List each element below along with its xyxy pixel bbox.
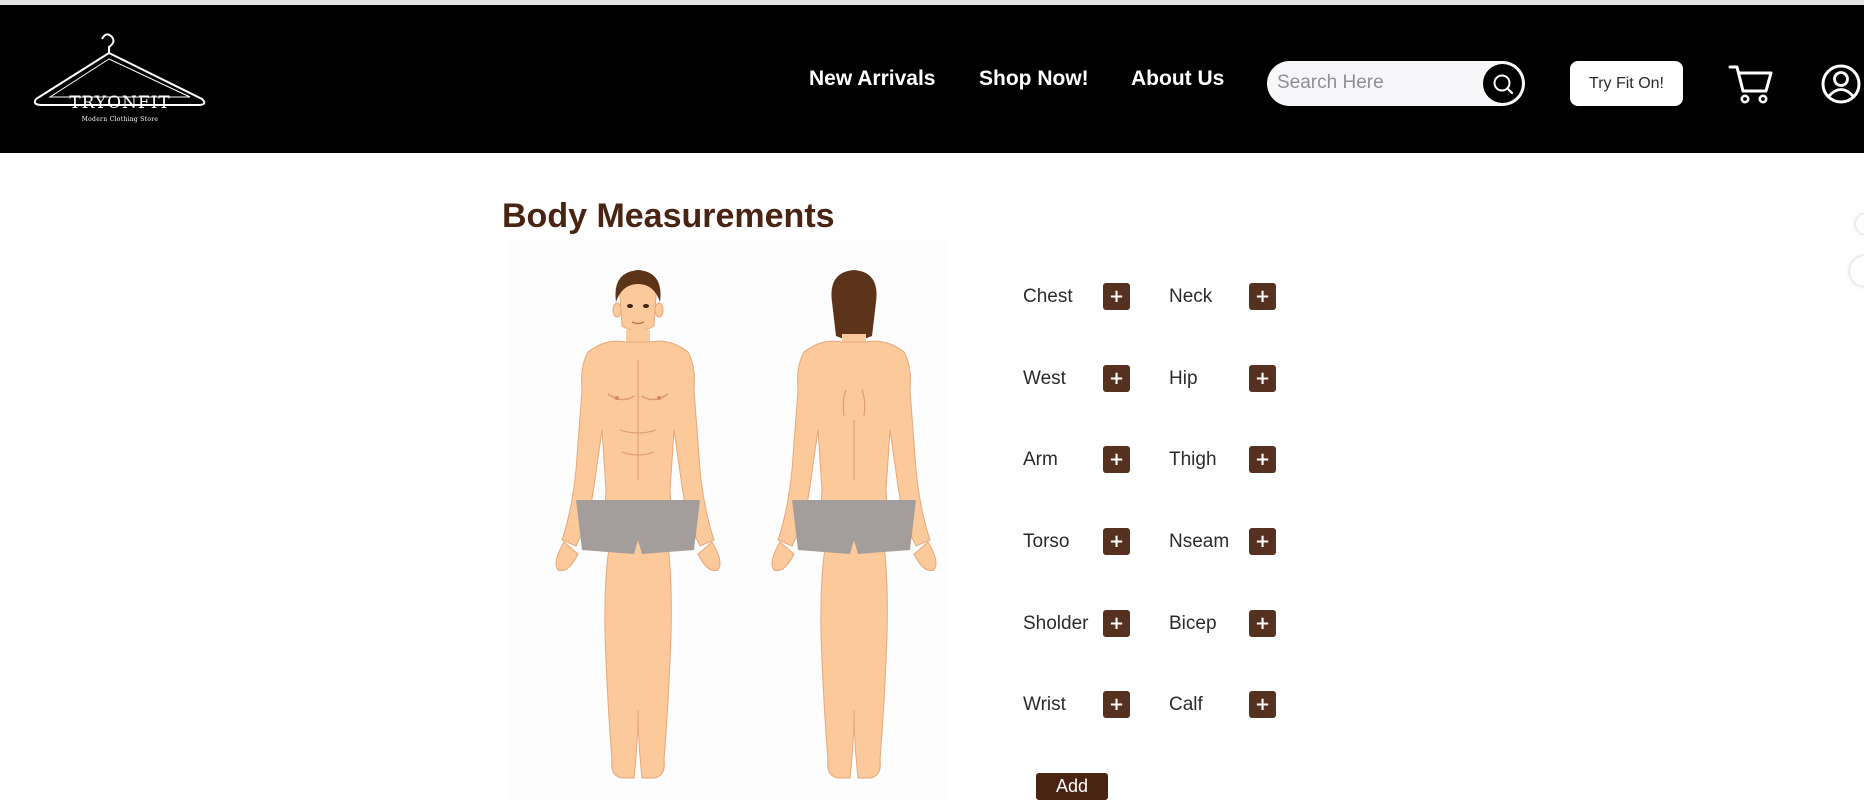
logo-tagline: Modern Clothing Store: [81, 116, 159, 123]
measurement-label-thigh: Thigh: [1169, 449, 1217, 470]
front-body-figure: [555, 270, 721, 779]
add-nseam-button[interactable]: +: [1249, 528, 1276, 555]
measurement-label-nseam: Nseam: [1169, 531, 1230, 552]
measurement-label-arm: Arm: [1023, 449, 1058, 470]
add-calf-button[interactable]: +: [1249, 691, 1276, 718]
nav-shop-now[interactable]: Shop Now!: [979, 67, 1089, 91]
add-hip-button[interactable]: +: [1249, 365, 1276, 392]
measurement-label-west: West: [1023, 368, 1066, 389]
measurement-label-wrist: Wrist: [1023, 694, 1066, 715]
cart-icon[interactable]: [1728, 61, 1774, 107]
logo[interactable]: TRYONFIT Modern Clothing Store: [30, 33, 210, 133]
measurement-label-neck: Neck: [1169, 286, 1213, 307]
add-chest-button[interactable]: +: [1103, 283, 1130, 310]
add-bicep-button[interactable]: +: [1249, 610, 1276, 637]
search-icon: [1493, 74, 1513, 94]
side-scroll-control[interactable]: [1850, 256, 1864, 286]
measurement-label-calf: Calf: [1169, 694, 1203, 715]
side-scroll-control[interactable]: [1856, 214, 1864, 234]
add-torso-button[interactable]: +: [1103, 528, 1130, 555]
search-bar: [1267, 61, 1525, 106]
add-measurements-button[interactable]: Add: [1036, 773, 1108, 800]
add-arm-button[interactable]: +: [1103, 446, 1130, 473]
search-button[interactable]: [1483, 64, 1522, 103]
back-body-figure: [771, 270, 937, 779]
measurement-label-chest: Chest: [1023, 286, 1073, 307]
search-input[interactable]: [1277, 66, 1467, 100]
add-neck-button[interactable]: +: [1249, 283, 1276, 310]
add-wrist-button[interactable]: +: [1103, 691, 1130, 718]
page-title: Body Measurements: [502, 197, 835, 235]
add-west-button[interactable]: +: [1103, 365, 1130, 392]
measurement-label-sholder: Sholder: [1023, 613, 1089, 634]
measurement-label-bicep: Bicep: [1169, 613, 1217, 634]
nav-about-us[interactable]: About Us: [1131, 67, 1224, 91]
measurement-label-torso: Torso: [1023, 531, 1070, 552]
body-diagram: [508, 240, 948, 800]
try-fit-on-button[interactable]: Try Fit On!: [1570, 61, 1683, 106]
measurement-label-hip: Hip: [1169, 368, 1198, 389]
nav-new-arrivals[interactable]: New Arrivals: [809, 67, 935, 91]
user-icon[interactable]: [1820, 63, 1862, 105]
top-navbar: TRYONFIT Modern Clothing Store New Arriv…: [0, 5, 1864, 153]
logo-brand: TRYONFIT: [69, 93, 171, 113]
add-thigh-button[interactable]: +: [1249, 446, 1276, 473]
add-sholder-button[interactable]: +: [1103, 610, 1130, 637]
